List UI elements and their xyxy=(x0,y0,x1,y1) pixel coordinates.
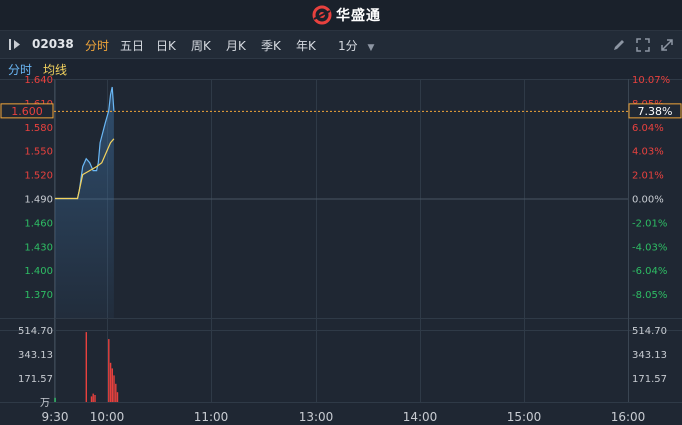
volume-tick-label-right: 343.13 xyxy=(632,350,667,361)
percent-tick-label: -2.01% xyxy=(632,218,667,229)
price-tick-label: 1.430 xyxy=(24,242,53,253)
price-tick-label: 1.400 xyxy=(24,266,53,277)
volume-tick-label-right: 514.70 xyxy=(632,326,667,337)
volume-bar xyxy=(108,339,110,402)
time-tick-label: 14:00 xyxy=(403,410,438,424)
volume-bar xyxy=(109,362,112,402)
crosshair-percent-label: 7.38% xyxy=(638,105,673,118)
percent-tick-label: 2.01% xyxy=(632,171,664,182)
price-tick-label: 1.580 xyxy=(24,123,53,134)
volume-bar xyxy=(92,393,94,402)
time-tick-label: 13:00 xyxy=(299,410,334,424)
time-tick-label: 11:00 xyxy=(194,410,229,424)
volume-bar xyxy=(94,395,96,402)
price-tick-label: 1.550 xyxy=(24,147,53,158)
volume-bar xyxy=(85,332,87,402)
price-tick-label: 1.640 xyxy=(24,75,53,86)
time-tick-label: 15:00 xyxy=(507,410,542,424)
volume-bar xyxy=(90,396,93,402)
percent-tick-label: -8.05% xyxy=(632,290,667,301)
volume-tick-label: 514.70 xyxy=(18,326,53,337)
percent-tick-label: 4.03% xyxy=(632,147,664,158)
time-tick-label: 10:00 xyxy=(90,410,125,424)
volume-bar xyxy=(111,368,113,402)
percent-tick-label: 10.07% xyxy=(632,75,670,86)
volume-tick-label: 343.13 xyxy=(18,350,53,361)
volume-tick-label-right: 171.57 xyxy=(632,374,667,385)
volume-tick-label: 171.57 xyxy=(18,374,53,385)
intraday-chart[interactable]: 1.64010.07%1.6108.05%1.5806.04%1.5504.03… xyxy=(0,0,682,425)
volume-unit-label: 万 xyxy=(40,398,50,409)
price-tick-label: 1.370 xyxy=(24,290,53,301)
time-tick-label: 16:00 xyxy=(611,410,646,424)
percent-tick-label: 0.00% xyxy=(632,195,664,206)
price-tick-label: 1.460 xyxy=(24,218,53,229)
percent-tick-label: 6.04% xyxy=(632,123,664,134)
volume-bar xyxy=(54,397,56,402)
volume-bar xyxy=(115,383,117,402)
price-tick-label: 1.490 xyxy=(24,195,53,206)
volume-bar xyxy=(116,392,119,402)
time-tick-label: 9:30 xyxy=(42,410,69,424)
price-tick-label: 1.520 xyxy=(24,171,53,182)
crosshair-price-label: 1.600 xyxy=(11,105,43,118)
volume-bar xyxy=(113,375,115,402)
percent-tick-label: -4.03% xyxy=(632,242,667,253)
percent-tick-label: -6.04% xyxy=(632,266,667,277)
